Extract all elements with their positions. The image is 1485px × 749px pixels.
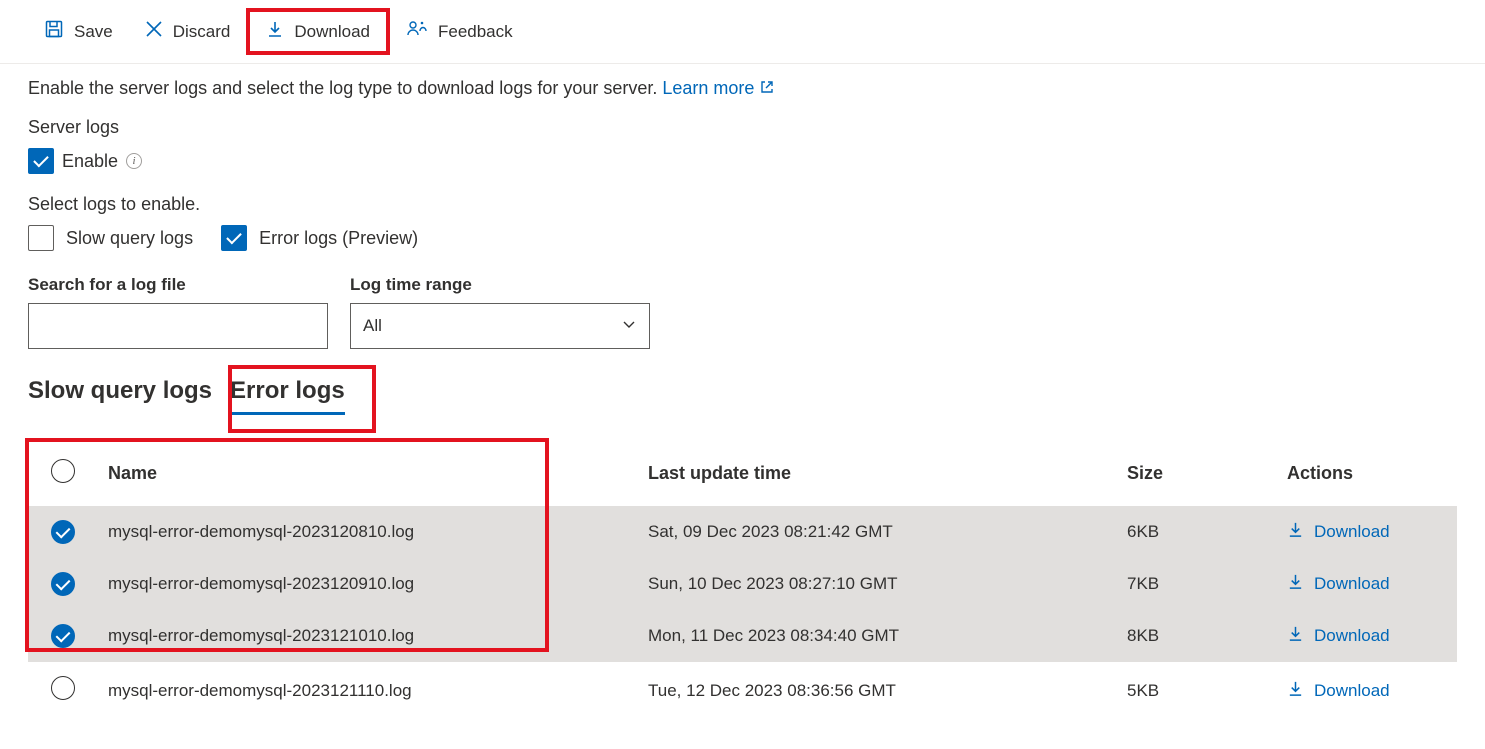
search-input[interactable] xyxy=(28,303,328,349)
row-download-link[interactable]: Download xyxy=(1287,573,1390,595)
row-time: Sun, 10 Dec 2023 08:27:10 GMT xyxy=(638,558,1117,610)
table-row[interactable]: mysql-error-demomysql-2023121010.logMon,… xyxy=(28,610,1457,662)
download-label: Download xyxy=(294,22,370,42)
table-row[interactable]: mysql-error-demomysql-2023120810.logSat,… xyxy=(28,506,1457,558)
toolbar: Save Discard Download Feedback xyxy=(0,0,1485,64)
row-name: mysql-error-demomysql-2023121010.log xyxy=(98,610,638,662)
download-icon xyxy=(1287,521,1304,543)
download-label: Download xyxy=(1314,522,1390,542)
enable-label: Enable xyxy=(62,151,118,172)
discard-button[interactable]: Discard xyxy=(129,12,247,51)
external-link-icon xyxy=(760,78,774,99)
search-label: Search for a log file xyxy=(28,275,328,295)
time-range-value: All xyxy=(363,316,382,336)
save-label: Save xyxy=(74,22,113,42)
enable-checkbox[interactable] xyxy=(28,148,54,174)
download-icon xyxy=(1287,625,1304,647)
row-name: mysql-error-demomysql-2023120910.log xyxy=(98,558,638,610)
row-size: 6KB xyxy=(1117,506,1277,558)
download-icon xyxy=(266,20,284,43)
feedback-label: Feedback xyxy=(438,22,513,42)
col-update[interactable]: Last update time xyxy=(638,441,1117,506)
description-text: Enable the server logs and select the lo… xyxy=(28,78,657,98)
download-icon xyxy=(1287,680,1304,702)
time-range-select[interactable]: All xyxy=(350,303,650,349)
download-button[interactable]: Download xyxy=(246,8,390,55)
error-logs-checkbox[interactable] xyxy=(221,225,247,251)
row-size: 8KB xyxy=(1117,610,1277,662)
row-download-link[interactable]: Download xyxy=(1287,521,1390,543)
row-size: 5KB xyxy=(1117,662,1277,719)
download-label: Download xyxy=(1314,681,1390,701)
server-logs-label: Server logs xyxy=(28,117,1457,138)
discard-label: Discard xyxy=(173,22,231,42)
row-time: Sat, 09 Dec 2023 08:21:42 GMT xyxy=(638,506,1117,558)
row-download-link[interactable]: Download xyxy=(1287,680,1390,702)
chevron-down-icon xyxy=(621,316,637,337)
row-name: mysql-error-demomysql-2023120810.log xyxy=(98,506,638,558)
col-size[interactable]: Size xyxy=(1117,441,1277,506)
select-all-radio[interactable] xyxy=(51,459,75,483)
table-row[interactable]: mysql-error-demomysql-2023121110.logTue,… xyxy=(28,662,1457,719)
learn-more-label: Learn more xyxy=(662,78,754,99)
download-label: Download xyxy=(1314,626,1390,646)
row-time: Tue, 12 Dec 2023 08:36:56 GMT xyxy=(638,662,1117,719)
feedback-button[interactable]: Feedback xyxy=(390,11,529,52)
slow-query-label: Slow query logs xyxy=(66,228,193,249)
row-size: 7KB xyxy=(1117,558,1277,610)
info-icon[interactable]: i xyxy=(126,153,142,169)
tab-error-logs[interactable]: Error logs xyxy=(230,371,345,411)
row-time: Mon, 11 Dec 2023 08:34:40 GMT xyxy=(638,610,1117,662)
error-logs-label: Error logs (Preview) xyxy=(259,228,418,249)
close-icon xyxy=(145,20,163,43)
row-download-link[interactable]: Download xyxy=(1287,625,1390,647)
table-row[interactable]: mysql-error-demomysql-2023120910.logSun,… xyxy=(28,558,1457,610)
logs-table: Name Last update time Size Actions mysql… xyxy=(28,441,1457,719)
save-icon xyxy=(44,19,64,44)
learn-more-link[interactable]: Learn more xyxy=(662,78,774,99)
feedback-icon xyxy=(406,19,428,44)
row-select-radio[interactable] xyxy=(51,520,75,544)
description-line: Enable the server logs and select the lo… xyxy=(28,78,1457,99)
select-logs-label: Select logs to enable. xyxy=(28,194,1457,215)
col-name[interactable]: Name xyxy=(98,441,638,506)
row-name: mysql-error-demomysql-2023121110.log xyxy=(98,662,638,719)
log-tabs: Slow query logs Error logs xyxy=(28,371,345,411)
tab-slow-query[interactable]: Slow query logs xyxy=(28,371,212,411)
row-select-radio[interactable] xyxy=(51,676,75,700)
download-icon xyxy=(1287,573,1304,595)
col-actions: Actions xyxy=(1277,441,1457,506)
row-select-radio[interactable] xyxy=(51,624,75,648)
download-label: Download xyxy=(1314,574,1390,594)
row-select-radio[interactable] xyxy=(51,572,75,596)
save-button[interactable]: Save xyxy=(28,11,129,52)
time-range-label: Log time range xyxy=(350,275,650,295)
slow-query-checkbox[interactable] xyxy=(28,225,54,251)
